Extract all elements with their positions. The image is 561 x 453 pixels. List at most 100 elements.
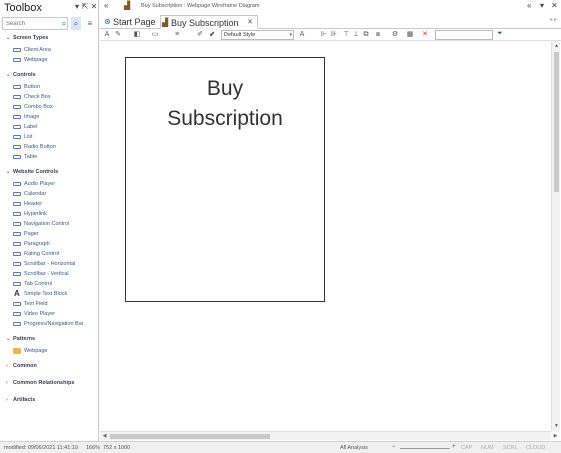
find-icon[interactable]: ⌕ <box>71 17 81 30</box>
control-icon <box>13 262 21 266</box>
layout-icon[interactable]: ⚙ <box>391 30 399 39</box>
align-left-icon[interactable]: ⊩ <box>320 30 328 39</box>
toolbox-item-label: Radio Button <box>24 144 56 150</box>
toolbox-item-label: Client Area <box>24 47 51 53</box>
chevron-right-icon[interactable]: › <box>6 360 8 373</box>
zoom-out-icon[interactable]: − <box>392 444 396 450</box>
distribute-icon[interactable]: ⧈ <box>374 30 382 39</box>
zoom-slider[interactable] <box>400 448 450 449</box>
control-icon <box>13 192 21 196</box>
collapse-icon[interactable]: « <box>104 1 108 10</box>
toolbox-item-table[interactable]: Table <box>0 152 99 162</box>
chevron-right-icon[interactable]: › <box>6 377 8 390</box>
horizontal-scrollbar[interactable]: ◀ ▶ <box>100 431 557 441</box>
toolbox-item-scrollbar-horizontal[interactable]: Scrollbar - Horizontal <box>0 259 99 269</box>
toolbox-group-artifacts[interactable]: › Artifacts <box>0 394 99 407</box>
diagram-search-input[interactable] <box>435 30 493 40</box>
toolbox-group-common[interactable]: › Common <box>0 360 99 373</box>
align-top-icon[interactable]: ⊤ <box>342 30 350 39</box>
tab-start-page[interactable]: ⊛ Start Page <box>103 15 160 29</box>
menu-icon[interactable]: ≡ <box>85 17 95 30</box>
zoom-in-icon[interactable]: + <box>452 444 456 450</box>
toolbox-close-icon[interactable]: ✕ <box>90 2 98 11</box>
grid-icon[interactable]: ▦ <box>406 30 414 39</box>
style-select[interactable]: Default Style ▾ <box>221 30 294 40</box>
toolbox-item-scrollbar-vertical[interactable]: Scrollbar - Vertical <box>0 269 99 279</box>
toolbox-item-calendar[interactable]: Calendar <box>0 189 99 199</box>
close-icon[interactable]: ✕ <box>551 1 558 10</box>
toolbox-item-label: Simple Text Block <box>24 291 68 297</box>
toolbox-item-audio-player[interactable]: Audio Player <box>0 179 99 189</box>
toolbox-item-progress-navigation-bar[interactable]: Progress/Navigation Bar <box>0 319 99 329</box>
scroll-up-icon[interactable]: ▲ <box>552 42 561 51</box>
expand-icon[interactable]: « <box>527 1 531 10</box>
toolbox-item-hyperlink[interactable]: Hyperlink <box>0 209 99 219</box>
toolbox-item-paragraph[interactable]: Paragraph <box>0 239 99 249</box>
horizontal-scroll-thumb[interactable] <box>110 434 270 439</box>
scroll-down-icon[interactable]: ▼ <box>552 422 561 431</box>
toolbox-item-label: Combo Box <box>24 104 53 110</box>
tab-scroll-icon[interactable]: ◂ ▸ <box>549 16 557 23</box>
tab-buy-subscription[interactable]: ▟ Buy Subscription ✕ <box>160 15 258 29</box>
fill-color-icon[interactable]: ◧ <box>133 30 141 39</box>
toolbox-item-combo-box[interactable]: Combo Box <box>0 102 99 112</box>
paint-icon[interactable]: ⬋ <box>208 30 216 39</box>
toolbox-group-website-controls[interactable]: ⌄ Website Controls <box>0 166 99 179</box>
heading-line-2: Subscription <box>167 107 283 130</box>
toolbox-item-label: Hyperlink <box>24 211 47 217</box>
toolbox-item-radio-button[interactable]: Radio Button <box>0 142 99 152</box>
toolbox-item-label[interactable]: Label <box>0 122 99 132</box>
line-width-icon[interactable]: ≡ <box>173 30 181 39</box>
line-color-icon[interactable]: ▭ <box>151 30 159 39</box>
toolbox-item-label: Check Box <box>24 94 51 100</box>
toolbox-item-simple-text-block[interactable]: A Simple Text Block <box>0 289 99 299</box>
status-mode[interactable]: All Analysis <box>340 445 368 451</box>
format-painter-icon[interactable]: ✐ <box>196 30 204 39</box>
toolbox-item-client-area[interactable]: Client Area <box>0 45 99 55</box>
toolbox-item-webpage[interactable]: Webpage <box>0 55 99 65</box>
vertical-scroll-thumb[interactable] <box>554 52 559 192</box>
toolbox-item-rating-control[interactable]: Rating Control <box>0 249 99 259</box>
chevron-right-icon[interactable]: › <box>6 394 8 407</box>
scroll-left-icon[interactable]: ◀ <box>100 432 109 441</box>
align-center-icon[interactable]: ⊪ <box>330 30 338 39</box>
status-num: NUM <box>481 445 494 451</box>
toolbox-item-text-field[interactable]: Text Field <box>0 299 99 309</box>
toolbox-item-header[interactable]: Header <box>0 199 99 209</box>
chevron-down-icon[interactable]: ⌄ <box>6 32 10 45</box>
chevron-down-icon[interactable]: ⌄ <box>6 166 10 179</box>
scroll-right-icon[interactable]: ▶ <box>551 432 560 441</box>
vertical-scrollbar[interactable]: ▲ ▼ <box>551 42 560 431</box>
diagram-canvas[interactable]: Buy Subscription <box>100 42 551 431</box>
toolbox-item-image[interactable]: Image <box>0 112 99 122</box>
toolbox-group-screen-types[interactable]: ⌄ Screen Types <box>0 32 99 45</box>
align-middle-icon[interactable]: ⊥ <box>352 30 360 39</box>
toolbox-item-tab-control[interactable]: Tab Control <box>0 279 99 289</box>
chevron-down-icon[interactable]: ⌄ <box>6 333 10 346</box>
font-color-icon[interactable]: ✎ <box>114 30 122 39</box>
filter-icon[interactable]: ⏷ <box>497 30 503 38</box>
toolbox-pin-icon[interactable]: ⇱ <box>81 2 89 11</box>
delete-icon[interactable]: ✕ <box>421 30 429 39</box>
toolbox-group-patterns[interactable]: ⌄ Patterns <box>0 333 99 346</box>
toolbox-group-common-relationships[interactable]: › Common Relationships <box>0 377 99 390</box>
chevron-down-icon[interactable]: ⌄ <box>6 69 10 82</box>
toolbox-item-button[interactable]: Button <box>0 82 99 92</box>
font-icon[interactable]: A <box>103 30 111 39</box>
toolbox-item-list[interactable]: List <box>0 132 99 142</box>
webpage-element[interactable]: Buy Subscription <box>125 57 325 302</box>
dropdown-icon[interactable]: ▾ <box>540 1 544 10</box>
toolbox-item-pager[interactable]: Pager <box>0 229 99 239</box>
tab-close-icon[interactable]: ✕ <box>247 16 253 30</box>
toolbox-group-controls[interactable]: ⌄ Controls <box>0 69 99 82</box>
search-icon[interactable]: ⌕ <box>59 17 69 30</box>
toolbox-item-check-box[interactable]: Check Box <box>0 92 99 102</box>
start-page-icon: ⊛ <box>104 17 111 26</box>
toolbox-item-navigation-control[interactable]: Navigation Control <box>0 219 99 229</box>
pattern-icon <box>13 348 21 354</box>
toolbox-item-webpage[interactable]: Webpage <box>0 346 99 356</box>
same-size-icon[interactable]: ⧉ <box>362 30 370 39</box>
toolbox-menu-icon[interactable]: ▾ <box>73 2 81 11</box>
text-style-icon[interactable]: A <box>298 30 306 39</box>
toolbox-item-video-player[interactable]: Video Player <box>0 309 99 319</box>
